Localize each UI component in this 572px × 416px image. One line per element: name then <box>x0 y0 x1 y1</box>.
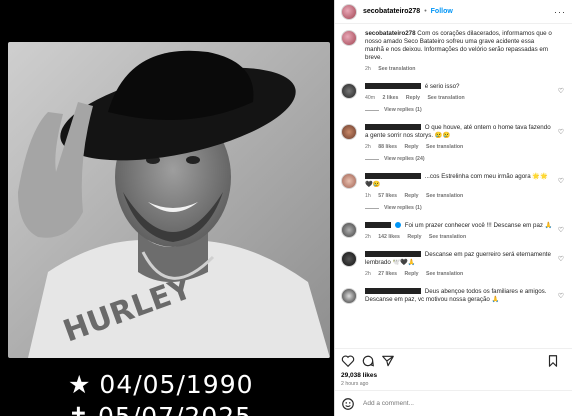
view-replies-link[interactable]: View replies (1) <box>365 106 554 114</box>
list-item: Descanse em paz guerreiro será eternamen… <box>341 251 566 278</box>
comment-likes[interactable]: 88 likes <box>378 144 397 150</box>
list-item: ...cos Estrelinha com meu irmão agora 🌟🌟… <box>341 173 566 212</box>
separator-dot: • <box>424 8 427 15</box>
verified-badge-icon <box>395 222 401 229</box>
heart-icon[interactable]: ♡ <box>558 226 564 234</box>
reply-button[interactable]: Reply <box>404 271 418 277</box>
comment-likes[interactable]: 2 likes <box>383 95 399 101</box>
reply-button[interactable]: Reply <box>407 234 421 240</box>
avatar[interactable] <box>341 222 357 238</box>
avatar[interactable] <box>341 173 357 189</box>
add-comment-bar <box>335 390 572 416</box>
heart-icon[interactable]: ♡ <box>558 177 564 185</box>
reply-button[interactable]: Reply <box>404 193 418 199</box>
heart-icon[interactable]: ♡ <box>558 255 564 263</box>
more-icon[interactable]: ··· <box>554 7 566 17</box>
comment-text: é serio isso? <box>424 83 460 90</box>
redacted-username <box>365 124 421 131</box>
see-translation-link[interactable]: See translation <box>378 66 415 72</box>
comment-username[interactable]: secobatateiro278 <box>365 30 416 37</box>
see-translation-link[interactable]: See translation <box>429 234 466 240</box>
birth-date: ★ 04/05/1990 <box>68 370 254 399</box>
list-item: Deus abençoe todos os familiares e amigo… <box>341 288 566 304</box>
redacted-username <box>365 173 421 180</box>
comment-text: Foi um prazer conhecer você !!! Descanse… <box>404 222 553 229</box>
star-icon: ★ <box>68 370 92 399</box>
redacted-username <box>365 83 421 90</box>
list-item: Foi um prazer conhecer você !!! Descanse… <box>341 222 566 241</box>
caption-comment: secobatateiro278 Com os corações dilacer… <box>341 30 566 73</box>
comment-time: 40m <box>365 95 376 101</box>
portrait-image: HURLEY <box>8 42 330 358</box>
list-item: é serio isso? 40m 2 likes Reply See tran… <box>341 83 566 114</box>
comment-time: 2h <box>365 144 371 150</box>
see-translation-link[interactable]: See translation <box>426 193 463 199</box>
posted-time: 2 hours ago <box>341 381 369 387</box>
see-translation-link[interactable]: See translation <box>426 271 463 277</box>
avatar[interactable] <box>341 124 357 140</box>
view-replies-link[interactable]: View replies (24) <box>365 155 554 163</box>
header-username[interactable]: secobatateiro278 <box>363 8 420 15</box>
avatar[interactable] <box>341 83 357 99</box>
share-icon[interactable] <box>381 354 395 368</box>
avatar[interactable] <box>341 3 357 20</box>
avatar[interactable] <box>341 251 357 267</box>
comment-likes[interactable]: 27 likes <box>378 271 397 277</box>
comment-list[interactable]: secobatateiro278 Com os corações dilacer… <box>335 24 572 348</box>
heart-icon[interactable]: ♡ <box>558 87 564 95</box>
redacted-username <box>365 222 391 229</box>
post-actions: 29,038 likes 2 hours ago <box>335 348 572 390</box>
redacted-username <box>365 251 421 258</box>
see-translation-link[interactable]: See translation <box>426 144 463 150</box>
comment-time: 2h <box>365 234 371 240</box>
comments-panel: secobatateiro278 • Follow ··· secobatate… <box>334 0 572 416</box>
post-photo: HURLEY <box>8 42 330 358</box>
post-header: secobatateiro278 • Follow ··· <box>335 0 572 24</box>
redacted-username <box>365 288 421 295</box>
see-translation-link[interactable]: See translation <box>427 95 464 101</box>
death-date: ✝05/07/2025 <box>68 402 252 416</box>
emoji-icon[interactable] <box>341 397 355 411</box>
comment-likes[interactable]: 57 likes <box>378 193 397 199</box>
comment-time: 2h <box>365 66 371 72</box>
view-replies-link[interactable]: View replies (1) <box>365 204 554 212</box>
avatar[interactable] <box>341 30 357 46</box>
heart-icon[interactable]: ♡ <box>558 292 564 300</box>
follow-button[interactable]: Follow <box>431 8 453 15</box>
comment-time: 1h <box>365 193 371 199</box>
list-item: O que houve, até ontem o home tava fazen… <box>341 124 566 163</box>
post-media[interactable]: HURLEY ★04/05/1990 ✝05/07/2025 <box>0 0 334 416</box>
comment-input[interactable] <box>363 400 566 407</box>
comment-likes[interactable]: 142 likes <box>378 234 400 240</box>
cross-icon: ✝ <box>68 402 90 416</box>
comment-icon[interactable] <box>361 354 375 368</box>
save-icon[interactable] <box>546 354 560 368</box>
reply-button[interactable]: Reply <box>406 95 420 101</box>
comment-time: 2h <box>365 271 371 277</box>
reply-button[interactable]: Reply <box>404 144 418 150</box>
avatar[interactable] <box>341 288 357 304</box>
heart-icon[interactable] <box>341 354 355 368</box>
likes-count[interactable]: 29,038 likes <box>341 372 566 379</box>
heart-icon[interactable]: ♡ <box>558 128 564 136</box>
